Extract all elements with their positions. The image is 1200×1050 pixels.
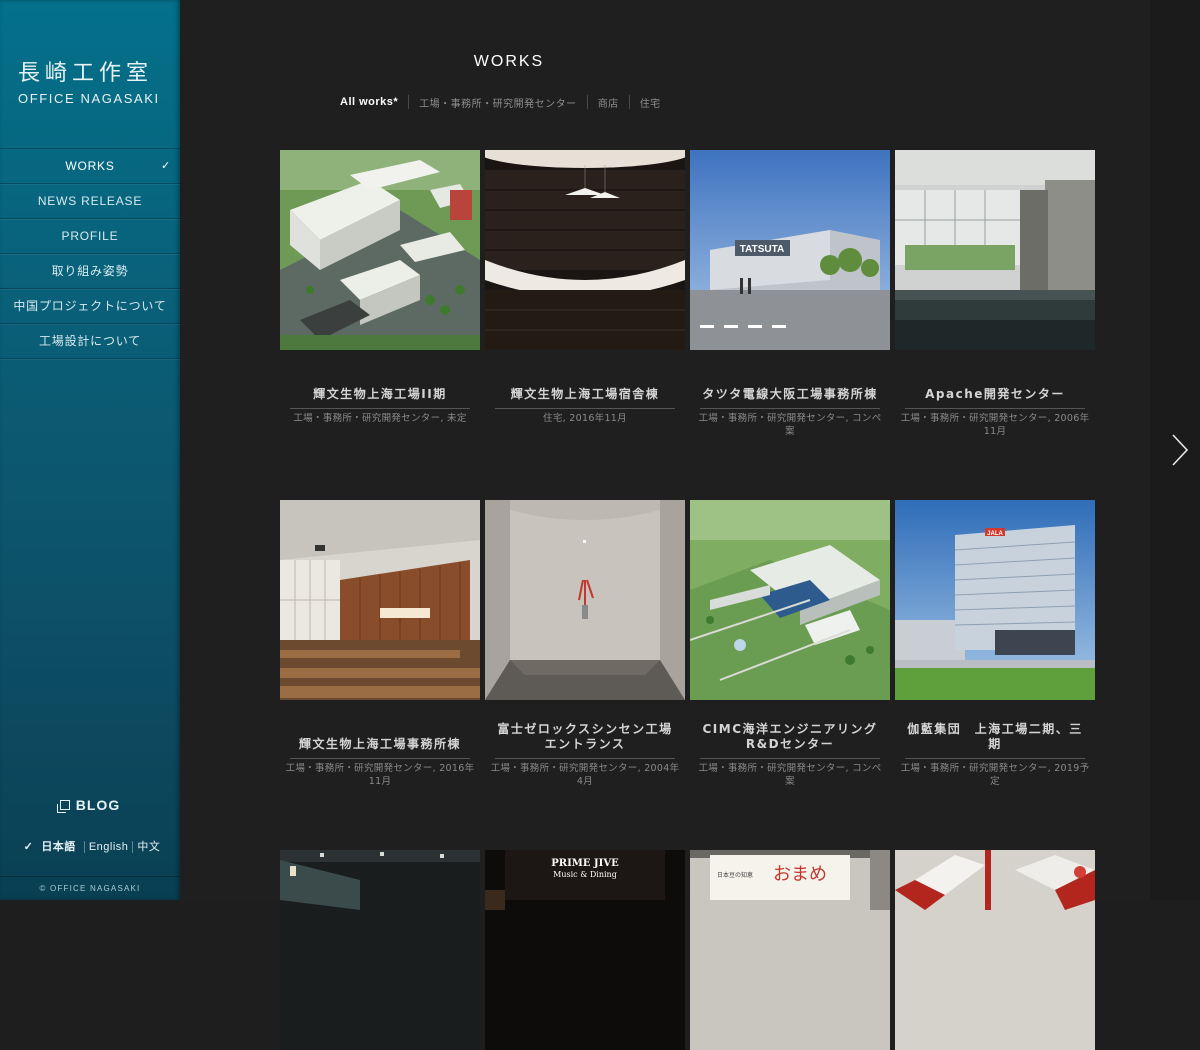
work-title: タツタ電線大阪工場事務所棟 — [702, 387, 878, 401]
chevron-right-icon[interactable] — [1170, 432, 1190, 468]
work-thumbnail: TATSUTA — [690, 150, 890, 350]
work-title: Apache開発センター — [925, 387, 1065, 401]
lang-english[interactable]: English — [85, 841, 133, 853]
divider — [290, 408, 470, 409]
category-filter: All works* 工場・事務所・研究開発センター 商店 住宅 — [330, 94, 671, 110]
nav-item-label: NEWS RELEASE — [37, 194, 143, 208]
work-thumbnail — [485, 500, 685, 700]
blog-label: BLOG — [75, 797, 121, 813]
nav-item-factory-design[interactable]: 工場設計について — [0, 324, 180, 359]
external-window-icon — [56, 800, 70, 813]
page-title: WORKS — [473, 53, 545, 70]
work-card[interactable]: 日本豆の知恵 おまめ — [690, 850, 890, 1050]
shop-sign-small: 日本豆の知恵 — [717, 871, 753, 879]
work-thumbnail: PRIME JIVE Music & Dining — [485, 850, 685, 1050]
work-caption: 伽藍集団 上海工場二期、三期 — [905, 720, 1085, 758]
lang-chinese[interactable]: 中文 — [133, 841, 164, 853]
divider — [905, 758, 1085, 759]
tatsuta-sign: TATSUTA — [740, 244, 784, 255]
filter-all-works[interactable]: All works* — [330, 96, 408, 108]
work-title: 富士ゼロックスシンセン工場 エントランス — [497, 722, 684, 751]
work-caption: 輝文生物上海工場事務所棟 — [290, 720, 470, 758]
work-thumbnail — [895, 850, 1095, 1050]
nav-item-works[interactable]: WORKS ✓ — [0, 149, 180, 184]
sidebar: 長崎工作室 OFFICE NAGASAKI WORKS ✓ NEWS RELEA… — [0, 0, 180, 900]
lang-japanese[interactable]: ✓ 日本語 — [16, 841, 84, 853]
checkmark-icon: ✓ — [160, 160, 171, 172]
prime-jive-subsign: Music & Dining — [553, 870, 617, 879]
logo-english: OFFICE NAGASAKI — [18, 91, 160, 106]
nav-item-china-projects[interactable]: 中国プロジェクトについて — [0, 289, 180, 324]
work-meta: 住宅, 2016年11月 — [543, 413, 627, 424]
work-thumbnail — [485, 150, 685, 350]
divider — [495, 408, 675, 409]
checkmark-icon: ✓ — [23, 841, 34, 853]
work-meta: 工場・事務所・研究開発センター, 2019予定 — [900, 763, 1090, 787]
work-meta: 工場・事務所・研究開発センター, 未定 — [293, 413, 467, 424]
work-caption: CIMC海洋エンジニアリング R&Dセンター — [700, 720, 880, 758]
work-card[interactable]: PRIME JIVE Music & Dining — [485, 850, 685, 1050]
work-caption: Apache開発センター — [905, 370, 1085, 408]
language-switcher: ✓ 日本語 English 中文 — [0, 838, 180, 854]
work-thumbnail: 日本豆の知恵 おまめ — [690, 850, 890, 1050]
divider — [700, 758, 880, 759]
work-meta: 工場・事務所・研究開発センター, コンペ案 — [698, 413, 882, 437]
lang-japanese-label: 日本語 — [41, 841, 76, 853]
work-card[interactable]: 輝文生物上海工場II期 工場・事務所・研究開発センター, 未定 — [280, 150, 480, 424]
nav-item-approach[interactable]: 取り組み姿勢 — [0, 254, 180, 289]
prime-jive-sign: PRIME JIVE — [551, 858, 619, 869]
work-thumbnail — [895, 150, 1095, 350]
divider — [700, 408, 880, 409]
work-card[interactable]: 輝文生物上海工場宿舎棟 住宅, 2016年11月 — [485, 150, 685, 424]
blog-link[interactable]: BLOG — [0, 797, 180, 813]
divider — [290, 758, 470, 759]
work-card[interactable]: JALA 伽藍集団 上海工場二期、三期 工場・事務所・研究開発センター, 201… — [895, 500, 1095, 787]
nav-item-profile[interactable]: PROFILE — [0, 219, 180, 254]
nav-item-label: 工場設計について — [38, 334, 142, 348]
work-card[interactable] — [280, 850, 480, 1050]
filter-shop[interactable]: 商店 — [588, 95, 629, 110]
work-thumbnail: JALA — [895, 500, 1095, 700]
nav-item-news-release[interactable]: NEWS RELEASE — [0, 184, 180, 219]
work-title: 輝文生物上海工場宿舎棟 — [510, 387, 660, 401]
work-thumbnail — [690, 500, 890, 700]
main-nav: WORKS ✓ NEWS RELEASE PROFILE 取り組み姿勢 中国プロ… — [0, 148, 180, 359]
work-caption: 富士ゼロックスシンセン工場 エントランス — [495, 720, 684, 758]
copyright: © OFFICE NAGASAKI — [0, 876, 180, 900]
nav-item-label: WORKS — [65, 159, 115, 173]
work-caption: 輝文生物上海工場宿舎棟 — [495, 370, 675, 408]
work-title: 輝文生物上海工場事務所棟 — [298, 737, 461, 751]
filter-factory-office[interactable]: 工場・事務所・研究開発センター — [409, 95, 587, 110]
work-card[interactable]: Apache開発センター 工場・事務所・研究開発センター, 2006年11月 — [895, 150, 1095, 437]
work-caption: タツタ電線大阪工場事務所棟 — [700, 370, 880, 408]
work-title: CIMC海洋エンジニアリング R&Dセンター — [702, 722, 878, 751]
divider — [905, 408, 1085, 409]
work-title: 輝文生物上海工場II期 — [313, 387, 447, 401]
nav-item-label: PROFILE — [61, 229, 119, 243]
work-card[interactable]: TATSUTA タツタ電線大阪工場事務所棟 工場・事務所・研究開発センター, コ… — [690, 150, 890, 437]
nav-item-label: 中国プロジェクトについて — [13, 299, 167, 313]
work-thumbnail — [280, 500, 480, 700]
shop-sign: おまめ — [773, 864, 827, 885]
work-thumbnail — [280, 850, 480, 1050]
work-thumbnail — [280, 150, 480, 350]
jala-sign: JALA — [987, 531, 1003, 537]
work-card[interactable] — [895, 850, 1095, 1050]
work-card[interactable]: CIMC海洋エンジニアリング R&Dセンター 工場・事務所・研究開発センター, … — [690, 500, 890, 787]
nav-item-label: 取り組み姿勢 — [51, 264, 129, 278]
work-meta: 工場・事務所・研究開発センター, 2004年4月 — [490, 763, 680, 787]
work-caption: 輝文生物上海工場II期 — [290, 370, 470, 408]
divider — [495, 758, 675, 759]
filter-house[interactable]: 住宅 — [630, 95, 671, 110]
work-card[interactable]: 富士ゼロックスシンセン工場 エントランス 工場・事務所・研究開発センター, 20… — [485, 500, 685, 787]
work-meta: 工場・事務所・研究開発センター, 2006年11月 — [900, 413, 1090, 437]
work-meta: 工場・事務所・研究開発センター, 2016年11月 — [285, 763, 475, 787]
work-meta: 工場・事務所・研究開発センター, コンペ案 — [698, 763, 882, 787]
work-title: 伽藍集団 上海工場二期、三期 — [907, 722, 1083, 751]
work-card[interactable]: 輝文生物上海工場事務所棟 工場・事務所・研究開発センター, 2016年11月 — [280, 500, 480, 787]
